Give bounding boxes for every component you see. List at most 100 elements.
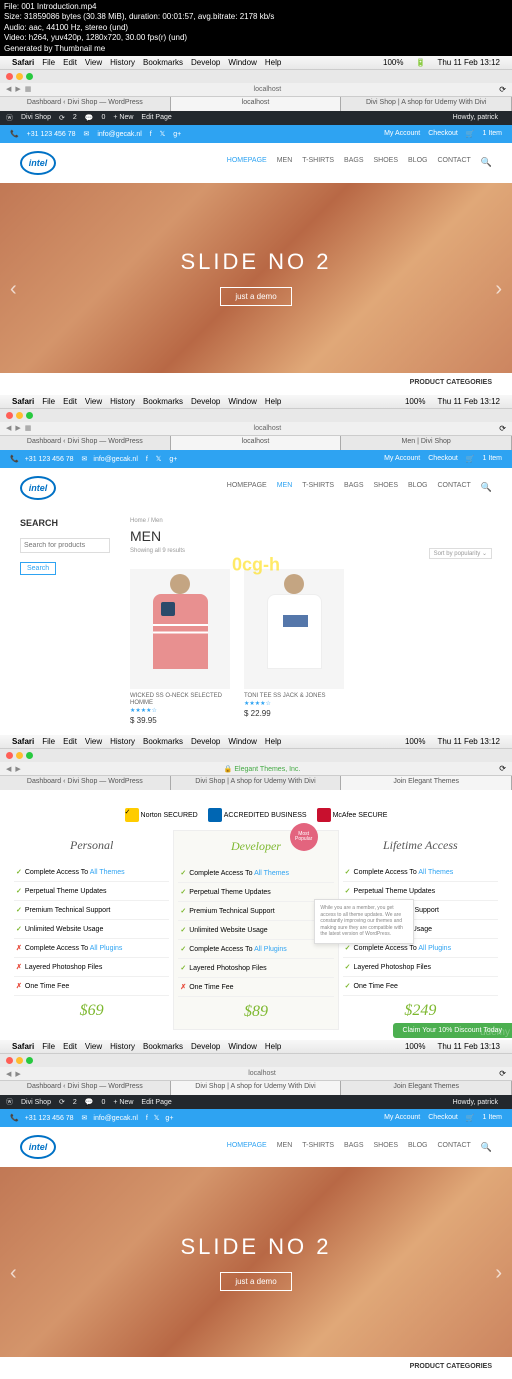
forward-button[interactable]: ▶ — [15, 1070, 20, 1078]
slider-next[interactable]: › — [495, 1262, 502, 1285]
tab-localhost[interactable]: localhost — [171, 436, 342, 450]
menu-edit[interactable]: Edit — [63, 58, 77, 67]
nav-blog[interactable]: BLOG — [408, 482, 427, 493]
maximize-window[interactable] — [26, 73, 33, 80]
site-logo[interactable]: intel — [20, 151, 56, 175]
nav-contact[interactable]: CONTACT — [437, 482, 470, 493]
nav-home[interactable]: HOMEPAGE — [227, 482, 267, 493]
wp-updates-icon[interactable]: ⟳ — [59, 114, 65, 122]
nav-blog[interactable]: BLOG — [408, 157, 427, 168]
hero-cta[interactable]: just a demo — [220, 1272, 291, 1291]
slider-prev[interactable]: ‹ — [10, 1262, 17, 1285]
forward-button[interactable]: ▶ — [15, 765, 20, 773]
discount-button[interactable]: Claim Your 10% Discount Today — [393, 1023, 512, 1038]
tab-wordpress[interactable]: Dashboard ‹ Divi Shop — WordPress — [0, 97, 171, 111]
hero-cta[interactable]: just a demo — [220, 287, 291, 306]
search-input[interactable] — [20, 538, 110, 553]
tab-wordpress[interactable]: Dashboard ‹ Divi Shop — WordPress — [0, 436, 171, 450]
menu-file[interactable]: File — [42, 58, 55, 67]
wp-logo-icon[interactable]: ⓦ — [6, 113, 13, 123]
forward-button[interactable]: ▶ — [15, 424, 20, 432]
facebook-icon[interactable]: f — [146, 1115, 148, 1122]
site-logo[interactable]: intel — [20, 1135, 56, 1159]
back-button[interactable]: ◀ — [6, 85, 11, 93]
app-name[interactable]: Safari — [12, 397, 34, 406]
wp-comments-icon[interactable]: 💬 — [85, 1098, 94, 1106]
tab-divishop[interactable]: Divi Shop | A shop for Udemy With Divi — [171, 1081, 342, 1095]
reload-icon[interactable]: ⟳ — [499, 764, 506, 773]
breadcrumb[interactable]: Home / Men — [130, 518, 492, 524]
close-window[interactable] — [6, 73, 13, 80]
tab-elegant[interactable]: Join Elegant Themes — [341, 1081, 512, 1095]
nav-contact[interactable]: CONTACT — [437, 1142, 470, 1153]
nav-shoes[interactable]: SHOES — [374, 482, 399, 493]
google-icon[interactable]: g+ — [173, 131, 181, 138]
wp-new[interactable]: + New — [113, 114, 133, 121]
menu-help[interactable]: Help — [265, 58, 281, 67]
cart-icon[interactable]: 🛒 — [466, 1114, 475, 1122]
wp-logo-icon[interactable]: ⓦ — [6, 1097, 13, 1107]
sidebar-icon[interactable]: ▦ — [25, 424, 32, 432]
nav-bags[interactable]: BAGS — [344, 157, 363, 168]
site-logo[interactable]: intel — [20, 476, 56, 500]
cart-count[interactable]: 1 Item — [483, 130, 502, 138]
back-button[interactable]: ◀ — [6, 1070, 11, 1078]
sort-select[interactable]: Sort by popularity ⌄ — [429, 548, 492, 559]
tab-localhost[interactable]: localhost — [171, 97, 342, 111]
nav-shoes[interactable]: SHOES — [374, 157, 399, 168]
wp-comments-icon[interactable]: 💬 — [85, 114, 94, 122]
nav-bags[interactable]: BAGS — [344, 1142, 363, 1153]
nav-tshirts[interactable]: T-SHIRTS — [302, 482, 334, 493]
nav-tshirts[interactable]: T-SHIRTS — [302, 1142, 334, 1153]
nav-shoes[interactable]: SHOES — [374, 1142, 399, 1153]
reload-icon[interactable]: ⟳ — [499, 1069, 506, 1078]
menu-window[interactable]: Window — [228, 58, 256, 67]
tab-elegant[interactable]: Join Elegant Themes — [341, 776, 512, 790]
address-bar[interactable]: localhost — [35, 425, 499, 432]
nav-bags[interactable]: BAGS — [344, 482, 363, 493]
twitter-icon[interactable]: 𝕏 — [160, 131, 166, 138]
tab-divishop[interactable]: Divi Shop | A shop for Udemy With Divi — [171, 776, 342, 790]
address-bar[interactable]: localhost — [25, 1070, 500, 1077]
tab-wordpress[interactable]: Dashboard ‹ Divi Shop — WordPress — [0, 1081, 171, 1095]
twitter-icon[interactable]: 𝕏 — [154, 1115, 160, 1122]
google-icon[interactable]: g+ — [169, 456, 177, 463]
nav-contact[interactable]: CONTACT — [437, 157, 470, 168]
slider-prev[interactable]: ‹ — [10, 278, 17, 301]
app-name[interactable]: Safari — [12, 58, 34, 67]
twitter-icon[interactable]: 𝕏 — [156, 456, 162, 463]
wp-updates-icon[interactable]: ⟳ — [59, 1098, 65, 1106]
product-card[interactable]: TONI TEE SS JACK & JONES ★★★★☆ $ 22.99 — [244, 569, 344, 725]
back-button[interactable]: ◀ — [6, 424, 11, 432]
menu-view[interactable]: View — [85, 58, 102, 67]
minimize-window[interactable] — [16, 73, 23, 80]
nav-home[interactable]: HOMEPAGE — [227, 157, 267, 168]
facebook-icon[interactable]: f — [150, 131, 152, 138]
forward-button[interactable]: ▶ — [15, 85, 20, 93]
cart-icon[interactable]: 🛒 — [466, 455, 475, 463]
google-icon[interactable]: g+ — [165, 1115, 173, 1122]
tab-divishop[interactable]: Divi Shop | A shop for Udemy With Divi — [341, 97, 512, 111]
search-icon[interactable]: 🔍 — [481, 482, 492, 493]
nav-tshirts[interactable]: T-SHIRTS — [302, 157, 334, 168]
sidebar-icon[interactable]: ▦ — [25, 85, 32, 93]
menu-bookmarks[interactable]: Bookmarks — [143, 58, 183, 67]
nav-blog[interactable]: BLOG — [408, 1142, 427, 1153]
tab-men[interactable]: Men | Divi Shop — [341, 436, 512, 450]
nav-men[interactable]: MEN — [277, 157, 293, 168]
address-bar[interactable]: localhost — [35, 86, 499, 93]
checkout-link[interactable]: Checkout — [428, 130, 458, 138]
back-button[interactable]: ◀ — [6, 765, 11, 773]
tab-wordpress[interactable]: Dashboard ‹ Divi Shop — WordPress — [0, 776, 171, 790]
search-icon[interactable]: 🔍 — [481, 1142, 492, 1153]
address-bar[interactable]: 🔒 Elegant Themes, Inc. — [25, 765, 500, 773]
product-card[interactable]: WICKED SS O-NECK SELECTED HOMME ★★★★☆ $ … — [130, 569, 230, 725]
menu-develop[interactable]: Develop — [191, 58, 220, 67]
wp-howdy[interactable]: Howdy, patrick — [453, 114, 498, 121]
nav-men[interactable]: MEN — [277, 1142, 293, 1153]
slider-next[interactable]: › — [495, 278, 502, 301]
facebook-icon[interactable]: f — [146, 456, 148, 463]
wp-edit[interactable]: Edit Page — [141, 114, 171, 121]
reload-icon[interactable]: ⟳ — [499, 424, 506, 433]
cart-icon[interactable]: 🛒 — [466, 130, 475, 138]
